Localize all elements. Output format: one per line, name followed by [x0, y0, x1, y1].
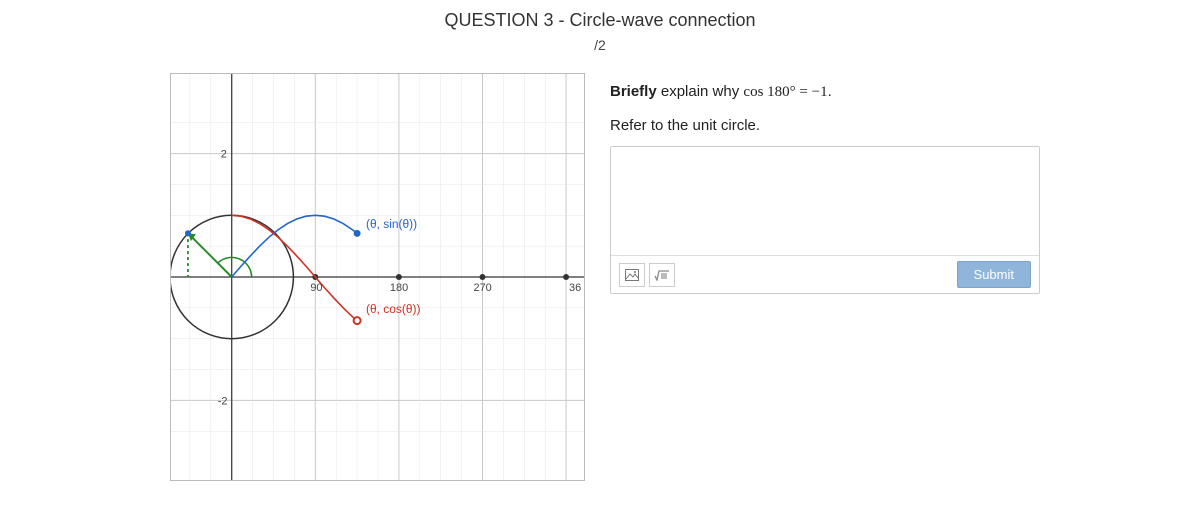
answer-input[interactable]: [611, 147, 1039, 255]
x-tick-270: 270: [474, 282, 492, 294]
submit-button[interactable]: Submit: [957, 261, 1031, 288]
image-icon: [625, 269, 639, 281]
angle-construction: [185, 230, 232, 277]
cos-label: (θ, cos(θ)): [366, 302, 420, 316]
prompt-hint: Refer to the unit circle.: [610, 117, 1040, 134]
sqrt-icon: [654, 269, 670, 281]
answer-box: Submit: [610, 146, 1040, 294]
points-total: /2: [0, 37, 1200, 53]
unit-circle-chart[interactable]: 2 -2 90 180 270 36 (θ, sin(θ)) (θ, cos(θ…: [170, 73, 585, 481]
x-tick-90: 90: [310, 282, 322, 294]
sin-label: (θ, sin(θ)): [366, 217, 417, 231]
y-tick-2: 2: [221, 149, 227, 161]
math-tool-button[interactable]: [649, 263, 675, 287]
prompt-text: Briefly explain why cos 180° = −1.: [610, 83, 1040, 101]
page-title: QUESTION 3 - Circle-wave connection: [0, 10, 1200, 31]
image-tool-button[interactable]: [619, 263, 645, 287]
x-tick-180: 180: [390, 282, 408, 294]
y-tick-neg2: -2: [218, 395, 228, 407]
x-tick-360: 36: [569, 282, 581, 294]
